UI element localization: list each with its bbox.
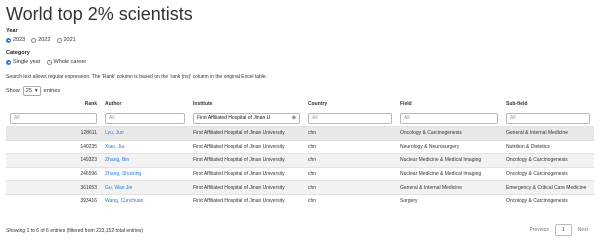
field-cell: General & Internal Medicine bbox=[396, 180, 502, 195]
clear-icon[interactable]: ⊗ bbox=[292, 115, 296, 121]
category-radio-group: Single year Whole career bbox=[6, 59, 86, 65]
country-cell: chn bbox=[304, 180, 396, 195]
institute-cell: First Affiliated Hospital of Jinan Unive… bbox=[189, 193, 304, 208]
radio-unchecked-icon[interactable] bbox=[31, 37, 37, 43]
subfield-cell: General & Internal Medicine bbox=[502, 126, 594, 141]
table-row: 128611 Lyu, Jun First Affiliated Hospita… bbox=[6, 126, 594, 141]
year-option-2023[interactable]: 2023 bbox=[6, 37, 25, 43]
column-header-author[interactable]: Author bbox=[101, 98, 189, 110]
column-header-institute[interactable]: Institute bbox=[189, 98, 304, 110]
page-1-button[interactable]: 1 bbox=[554, 224, 572, 236]
country-cell: chn bbox=[304, 139, 396, 154]
filter-author-input[interactable]: All bbox=[105, 112, 185, 124]
subfield-cell: Oncology & Carcinogenesis bbox=[502, 153, 594, 168]
institute-cell: First Affiliated Hospital of Jinan Unive… bbox=[189, 126, 304, 141]
author-link[interactable]: Lyu, Jun bbox=[101, 126, 189, 141]
country-cell: chn bbox=[304, 126, 396, 141]
filter-field-input[interactable]: All bbox=[400, 112, 498, 124]
year-label: Year bbox=[6, 28, 18, 34]
institute-cell: First Affiliated Hospital of Jinan Unive… bbox=[189, 166, 304, 181]
results-table: Rank Author Institute Country Field Sub-… bbox=[6, 98, 594, 208]
field-cell: Nuclear Medicine & Medical Imaging bbox=[396, 153, 502, 168]
rank-cell: 149323 bbox=[6, 153, 101, 168]
table-row: 140235 Xiao, Jia First Affiliated Hospit… bbox=[6, 139, 594, 154]
country-cell: chn bbox=[304, 193, 396, 208]
author-link[interactable]: Gu, Wan Jie bbox=[101, 180, 189, 195]
rank-cell: 128611 bbox=[6, 126, 101, 141]
institute-cell: First Affiliated Hospital of Jinan Unive… bbox=[189, 139, 304, 154]
column-header-subfield[interactable]: Sub-field bbox=[502, 98, 594, 110]
field-cell: Neurology & Neurosurgery bbox=[396, 139, 502, 154]
table-row: 149323 Zhang, Bin First Affiliated Hospi… bbox=[6, 153, 594, 168]
year-radio-group: 2023 2022 2021 bbox=[6, 37, 76, 43]
field-cell: Nuclear Medicine & Medical Imaging bbox=[396, 166, 502, 181]
field-cell: Oncology & Carcinogenesis bbox=[396, 126, 502, 141]
year-option-2021[interactable]: 2021 bbox=[56, 37, 76, 43]
filter-rank-input[interactable]: All bbox=[10, 112, 97, 124]
year-option-2022[interactable]: 2022 bbox=[31, 37, 51, 43]
radio-checked-icon[interactable] bbox=[6, 37, 11, 43]
column-header-country[interactable]: Country bbox=[304, 98, 396, 110]
page-length-control: Show 25 ▾ entries bbox=[6, 86, 61, 96]
radio-checked-icon[interactable] bbox=[6, 59, 11, 65]
table-row: 361653 Gu, Wan Jie First Affiliated Hosp… bbox=[6, 180, 594, 195]
rank-cell: 393416 bbox=[6, 193, 101, 208]
page: World top 2% scientists Year 2023 2022 2… bbox=[0, 0, 600, 240]
radio-unchecked-icon[interactable] bbox=[46, 59, 52, 65]
page-length-select[interactable]: 25 ▾ bbox=[22, 86, 41, 96]
table-header-row: Rank Author Institute Country Field Sub-… bbox=[6, 98, 594, 110]
radio-unchecked-icon[interactable] bbox=[56, 37, 62, 43]
subfield-cell: Oncology & Carcinogenesis bbox=[502, 166, 594, 181]
country-cell: chn bbox=[304, 166, 396, 181]
category-option-single-year[interactable]: Single year bbox=[6, 59, 41, 65]
rank-cell: 246596 bbox=[6, 166, 101, 181]
pagination: Previous 1 Next bbox=[523, 224, 594, 236]
institute-cell: First Affiliated Hospital of Jinan Unive… bbox=[189, 180, 304, 195]
subfield-cell: Oncology & Carcinogenesis bbox=[502, 193, 594, 208]
column-header-rank[interactable]: Rank bbox=[6, 98, 101, 110]
search-note: Search text allows regular expression. T… bbox=[6, 74, 268, 80]
filter-institute-input[interactable]: First Affiliated Hospital of Jinan U ⊗ bbox=[193, 112, 300, 124]
category-label: Category bbox=[6, 50, 30, 56]
author-link[interactable]: Zhang, Bin bbox=[101, 153, 189, 168]
subfield-cell: Nutrition & Dietetics bbox=[502, 139, 594, 154]
table-info: Showing 1 to 6 of 6 entries (filtered fr… bbox=[6, 228, 144, 234]
country-cell: chn bbox=[304, 153, 396, 168]
author-link[interactable]: Xiao, Jia bbox=[101, 139, 189, 154]
rank-cell: 361653 bbox=[6, 180, 101, 195]
page-title: World top 2% scientists bbox=[6, 4, 193, 24]
previous-page-button[interactable]: Previous bbox=[523, 225, 554, 235]
filter-subfield-input[interactable]: All bbox=[506, 112, 590, 124]
table-row: 246596 Zhang, Shuixing First Affiliated … bbox=[6, 166, 594, 181]
author-link[interactable]: Zhang, Shuixing bbox=[101, 166, 189, 181]
subfield-cell: Emergency & Critical Care Medicine bbox=[502, 180, 594, 195]
institute-cell: First Affiliated Hospital of Jinan Unive… bbox=[189, 153, 304, 168]
author-link[interactable]: Wang, Cunchuan bbox=[101, 193, 189, 208]
chevron-down-icon: ▾ bbox=[34, 88, 38, 94]
field-cell: Surgery bbox=[396, 193, 502, 208]
next-page-button[interactable]: Next bbox=[572, 225, 594, 235]
filter-row: All All First Affiliated Hospital of Jin… bbox=[6, 110, 594, 127]
rank-cell: 140235 bbox=[6, 139, 101, 154]
table-row: 393416 Wang, Cunchuan First Affiliated H… bbox=[6, 193, 594, 208]
column-header-field[interactable]: Field bbox=[396, 98, 502, 110]
filter-country-input[interactable]: All bbox=[308, 112, 392, 124]
category-option-whole-career[interactable]: Whole career bbox=[46, 59, 86, 65]
